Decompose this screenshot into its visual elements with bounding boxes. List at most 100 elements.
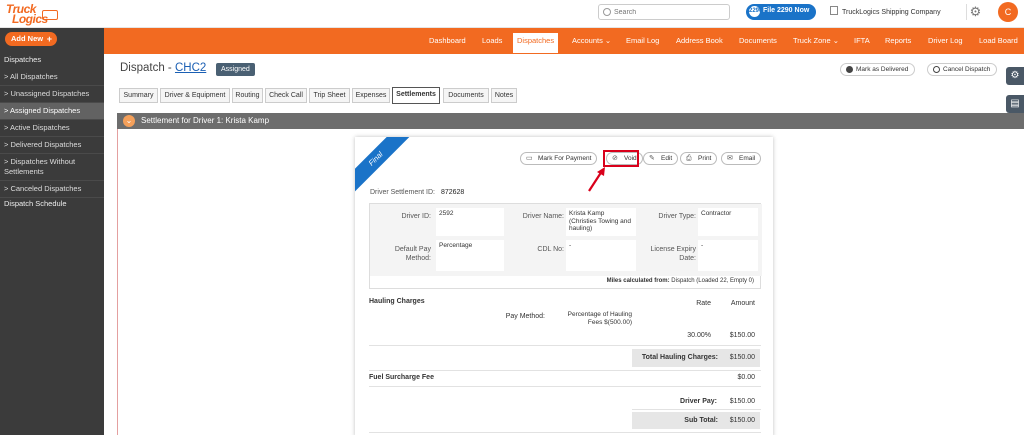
miles-value: Dispatch (Loaded 22, Empty 0) xyxy=(671,278,754,284)
tab-expenses[interactable]: Expenses xyxy=(352,88,390,103)
top-bar: Truck Logics 2290 File 2290 Now TruckLog… xyxy=(0,0,1024,28)
company-selector[interactable]: TruckLogics Shipping Company xyxy=(830,6,941,18)
nav-driver-log[interactable]: Driver Log xyxy=(928,36,963,45)
file-2290-label: File 2290 Now xyxy=(763,7,810,14)
tab-notes[interactable]: Notes xyxy=(491,88,517,103)
add-new-label: Add New xyxy=(11,34,44,43)
search-icon xyxy=(603,8,611,16)
edit-icon: ✎ xyxy=(649,155,655,162)
driver-type-value: Contractor xyxy=(698,208,758,236)
nav-dispatches[interactable]: Dispatches xyxy=(513,33,559,53)
tab-check-call[interactable]: Check Call xyxy=(265,88,307,103)
tab-summary[interactable]: Summary xyxy=(119,88,158,103)
miles-label: Miles calculated from: xyxy=(606,278,670,284)
search-box[interactable] xyxy=(598,4,730,20)
email-button[interactable]: ✉ Email xyxy=(721,152,762,165)
license-expiry-value: - xyxy=(698,240,758,271)
avatar[interactable]: C xyxy=(998,2,1018,22)
plus-icon: + xyxy=(46,34,52,44)
nav-accounts[interactable]: Accounts ⌄ xyxy=(572,36,611,45)
nav-address-book[interactable]: Address Book xyxy=(676,36,723,45)
edit-button[interactable]: ✎ Edit xyxy=(643,152,679,165)
sidebar-item-unassigned-dispatches[interactable]: > Unassigned Dispatches xyxy=(0,86,104,103)
sidebar-item-assigned-dispatches[interactable]: > Assigned Dispatches xyxy=(0,103,104,120)
hauling-pay-method-label: Pay Method: xyxy=(505,313,545,320)
nav-reports[interactable]: Reports xyxy=(885,36,911,45)
print-button[interactable]: ⎙ Print xyxy=(680,152,718,165)
title-prefix: Dispatch - xyxy=(120,62,175,74)
check-circle-icon xyxy=(846,66,853,73)
driver-pay-label: Driver Pay: xyxy=(680,398,717,405)
total-hauling-label: Total Hauling Charges: xyxy=(641,354,718,361)
file-2290-button[interactable]: 2290 File 2290 Now xyxy=(746,4,816,20)
form-2290-icon: 2290 xyxy=(749,6,762,17)
divider xyxy=(369,432,761,433)
gear-icon[interactable]: ⚙ xyxy=(966,4,982,20)
sidebar-item-dispatches-without-settlements[interactable]: > Dispatches Without Settlements xyxy=(0,154,104,181)
settlement-section-header[interactable]: ⌄ Settlement for Driver 1: Krista Kamp xyxy=(117,113,1024,129)
cdl-no-value: - xyxy=(566,240,636,271)
final-ribbon: Final xyxy=(355,137,414,197)
nav-dashboard[interactable]: Dashboard xyxy=(429,36,466,45)
amount-header: Amount xyxy=(730,300,755,307)
document-tab-icon[interactable]: ▤ xyxy=(1006,95,1024,113)
page-title: Dispatch - CHC2 xyxy=(120,62,206,74)
company-name: TruckLogics Shipping Company xyxy=(842,9,941,16)
trucklogics-logo[interactable]: Truck Logics xyxy=(4,2,60,26)
sidebar-item-canceled-dispatches[interactable]: > Canceled Dispatches xyxy=(0,181,104,198)
nav-email-log[interactable]: Email Log xyxy=(626,36,659,45)
cancel-icon xyxy=(933,66,940,73)
miles-calculated: Miles calculated from: Dispatch (Loaded … xyxy=(607,278,754,284)
sidebar-list: > All Dispatches > Unassigned Dispatches… xyxy=(0,69,104,198)
sidebar-heading: Dispatches xyxy=(4,55,42,64)
red-arrow-annotation xyxy=(588,167,605,192)
nav-truck-zone[interactable]: Truck Zone ⌄ xyxy=(793,36,839,45)
fuel-surcharge-title: Fuel Surcharge Fee xyxy=(369,374,434,381)
divider xyxy=(369,345,761,346)
rate-header: Rate xyxy=(696,300,711,307)
settings-tab-icon[interactable]: ⚙ xyxy=(1006,67,1024,85)
money-icon: ▭ xyxy=(526,155,533,162)
divider xyxy=(369,386,761,387)
nav-loads[interactable]: Loads xyxy=(482,36,502,45)
mark-for-payment-button[interactable]: ▭ Mark For Payment xyxy=(520,152,598,165)
building-icon xyxy=(830,6,838,15)
settlement-id-label: Driver Settlement ID: xyxy=(370,189,435,196)
dispatch-number-link[interactable]: CHC2 xyxy=(175,62,206,74)
add-new-button[interactable]: Add New + xyxy=(5,32,57,46)
email-label: Email xyxy=(739,155,756,162)
divider xyxy=(369,370,761,371)
sub-total-value: $150.00 xyxy=(729,417,755,424)
mark-delivered-button[interactable]: Mark as Delivered xyxy=(840,63,916,76)
hauling-amount: $150.00 xyxy=(729,332,755,339)
hauling-charges-title: Hauling Charges xyxy=(369,298,425,305)
nav-documents[interactable]: Documents xyxy=(739,36,777,45)
mark-delivered-label: Mark as Delivered xyxy=(856,66,909,73)
print-label: Print xyxy=(698,155,712,162)
nav-ifta[interactable]: IFTA xyxy=(854,36,870,45)
sidebar-item-dispatch-schedule[interactable]: Dispatch Schedule xyxy=(4,199,67,208)
chevron-down-icon[interactable]: ⌄ xyxy=(123,115,135,127)
tab-documents[interactable]: Documents xyxy=(443,88,489,103)
settlement-id-value: 872628 xyxy=(440,189,465,196)
tab-routing[interactable]: Routing xyxy=(232,88,263,103)
status-badge: Assigned xyxy=(216,63,255,76)
tab-trip-sheet[interactable]: Trip Sheet xyxy=(309,88,350,103)
hauling-pay-method-value: Percentage of Hauling Fees $(500.00) xyxy=(567,311,632,326)
tab-driver-equipment[interactable]: Driver & Equipment xyxy=(160,88,230,103)
cancel-dispatch-button[interactable]: Cancel Dispatch xyxy=(927,63,998,76)
search-input[interactable] xyxy=(614,6,724,18)
sidebar-item-active-dispatches[interactable]: > Active Dispatches xyxy=(0,120,104,137)
default-pay-method-label: Default Pay Method: xyxy=(394,246,431,262)
email-icon: ✉ xyxy=(727,155,733,162)
settlement-card: Final ▭ Mark For Payment ⊘ Void ✎ Edit ⎙… xyxy=(355,137,773,435)
sidebar: Add New + Dispatches > All Dispatches > … xyxy=(0,28,104,435)
tab-settlements[interactable]: Settlements xyxy=(392,87,440,104)
sidebar-item-all-dispatches[interactable]: > All Dispatches xyxy=(0,69,104,86)
settlement-section-title: Settlement for Driver 1: Krista Kamp xyxy=(141,116,270,125)
driver-pay-value: $150.00 xyxy=(729,398,755,405)
fuel-surcharge-amount: $0.00 xyxy=(737,374,755,381)
nav-load-board[interactable]: Load Board xyxy=(979,36,1018,45)
main-nav: Dashboard Loads Dispatches Accounts ⌄ Em… xyxy=(104,28,1024,54)
sidebar-item-delivered-dispatches[interactable]: > Delivered Dispatches xyxy=(0,137,104,154)
